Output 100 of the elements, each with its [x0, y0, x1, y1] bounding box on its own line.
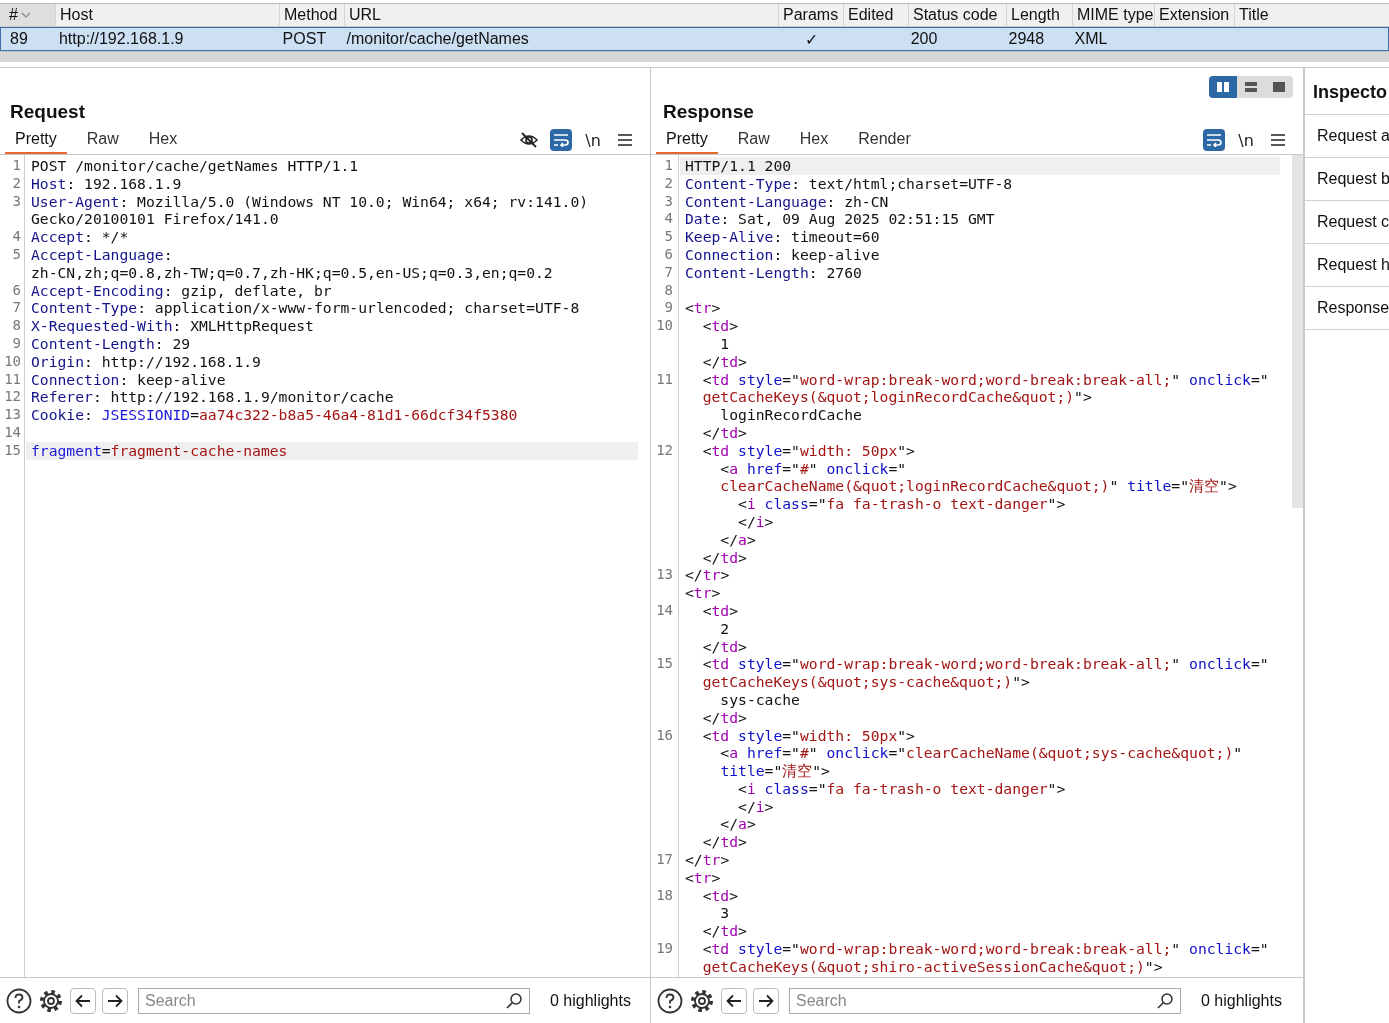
left-arrow-icon	[75, 993, 91, 1008]
code-line: POST /monitor/cache/getNames HTTP/1.1	[31, 157, 360, 175]
help-icon[interactable]	[6, 987, 32, 1014]
rows-icon	[1245, 82, 1257, 92]
forward-button[interactable]	[753, 987, 779, 1014]
settings-icon[interactable]	[689, 987, 715, 1014]
line-number: 1	[11, 157, 22, 175]
eye-slash-icon	[519, 131, 539, 149]
code-line: </a>	[719, 815, 757, 834]
code-line: </td>	[701, 548, 748, 567]
back-button[interactable]	[70, 987, 96, 1014]
table-cell: /monitor/cache/getNames	[346, 30, 529, 48]
line-number: 13	[3, 406, 22, 424]
column-header[interactable]: Edited	[848, 6, 894, 24]
line-number: 4	[11, 228, 22, 246]
column-header[interactable]: Host	[60, 6, 93, 24]
line-number: 10	[655, 317, 674, 336]
highlight-count: 0 highlights	[1201, 991, 1282, 1010]
tab[interactable]: Pretty	[5, 126, 67, 154]
line-number: 11	[3, 370, 22, 389]
newline-button[interactable]: \n	[1235, 129, 1257, 151]
code-line: <tr>	[685, 584, 722, 602]
code-line: Accept: */*	[31, 228, 130, 246]
code-line: <td>	[701, 886, 740, 905]
sort-caret-icon	[20, 11, 31, 19]
code-line: Connection: keep-alive	[31, 370, 227, 389]
tab[interactable]: Hex	[789, 126, 839, 154]
column-header[interactable]: Length	[1011, 6, 1060, 24]
newline-button[interactable]: \n	[582, 129, 604, 151]
code-line: HTTP/1.1 200	[685, 157, 793, 175]
layout-button[interactable]	[1209, 76, 1237, 98]
panel-title: Request	[9, 100, 86, 124]
code-line: <td style="width: 50px">	[701, 441, 916, 460]
line-number: 7	[11, 299, 22, 318]
menu-icon	[1271, 134, 1285, 146]
tab[interactable]: Render	[848, 126, 921, 154]
inspector-item[interactable]: Request c	[1305, 201, 1389, 244]
code-line: </td>	[701, 922, 748, 941]
forward-button[interactable]	[102, 987, 128, 1014]
column-header[interactable]: Method	[284, 6, 338, 24]
inspector-title: Inspecto	[1305, 68, 1389, 115]
text-wrap-icon	[1206, 133, 1222, 147]
table-cell: http://192.168.1.9	[58, 30, 184, 48]
column-header[interactable]: Title	[1239, 6, 1269, 24]
menu-icon	[618, 134, 632, 146]
help-icon[interactable]	[657, 987, 683, 1014]
code-line: Origin: http://192.168.1.9	[31, 352, 262, 371]
table-row[interactable]: 89 http://192.168.1.9 POST /monitor/cache/getNames ✓ 200 2948 XML	[0, 27, 1389, 51]
code-line: getCacheKeys(&quot;sys-cache&quot;)">	[701, 673, 1031, 691]
line-number: 3	[663, 192, 674, 211]
column-header[interactable]: Params	[783, 6, 839, 24]
code-line: Connection: keep-alive	[685, 246, 881, 264]
code-line: Host: 192.168.1.9	[31, 174, 183, 193]
line-number: 5	[663, 228, 674, 246]
code-line: Keep-Alive: timeout=60	[685, 228, 881, 246]
inspector-item[interactable]: Request h	[1305, 244, 1389, 287]
inspector-item[interactable]: Request b	[1305, 158, 1389, 201]
column-header[interactable]: URL	[349, 6, 381, 24]
wrap-toggle-button[interactable]	[550, 129, 572, 151]
code-line: getCacheKeys(&quot;loginRecordCache&quot;)">	[701, 388, 1093, 407]
code-line: X-Requested-With: XMLHttpRequest	[31, 317, 315, 335]
scroll-thumb[interactable]	[1292, 155, 1303, 508]
line-number: 9	[663, 299, 674, 318]
code-line: <td>	[701, 601, 740, 620]
inspector-item[interactable]: Response	[1305, 287, 1389, 330]
back-button[interactable]	[721, 987, 747, 1014]
table-cell: 200	[910, 30, 938, 48]
line-number: 1	[663, 157, 674, 175]
line-number: 17	[655, 851, 674, 870]
tab[interactable]: Pretty	[656, 126, 718, 154]
search-field[interactable]: Search	[138, 987, 530, 1014]
layout-switch[interactable]	[1209, 76, 1293, 98]
scrollbar[interactable]	[0, 51, 1389, 62]
column-header[interactable]: Status code	[913, 6, 998, 24]
line-number: 15	[655, 655, 674, 674]
search-field[interactable]: Search	[789, 987, 1181, 1014]
code-line: </a>	[719, 530, 757, 549]
code-line: fragment=fragment-cache-names	[31, 441, 289, 460]
code-line: Content-Language: zh-CN	[685, 192, 890, 211]
code-line: sys-cache	[719, 690, 801, 709]
settings-icon[interactable]	[38, 987, 64, 1014]
line-number: 16	[655, 726, 674, 745]
left-arrow-icon	[726, 993, 742, 1008]
tab[interactable]: Raw	[727, 126, 780, 154]
code-line: zh-CN,zh;q=0.8,zh-TW;q=0.7,zh-HK;q=0.5,en-US;q=0.3,en;q=0.2	[31, 263, 554, 282]
tab[interactable]: Raw	[76, 126, 129, 154]
line-number: 13	[655, 566, 674, 585]
code-line: </td>	[701, 637, 748, 656]
code-line: <i class="fa fa-trash-o text-danger">	[737, 495, 1067, 513]
code-line: Accept-Language:	[31, 246, 174, 264]
code-line: 2	[719, 619, 731, 638]
column-header[interactable]: Extension	[1159, 6, 1230, 24]
code-line: title="清空">	[719, 762, 831, 780]
code-line: </td>	[701, 708, 748, 727]
code-line: </tr>	[685, 566, 731, 585]
column-header[interactable]: MIME type	[1077, 6, 1154, 24]
line-number: 6	[11, 281, 22, 300]
wrap-toggle-button[interactable]	[1203, 129, 1225, 151]
tab[interactable]: Hex	[138, 126, 188, 154]
column-header[interactable]: #	[9, 6, 18, 24]
